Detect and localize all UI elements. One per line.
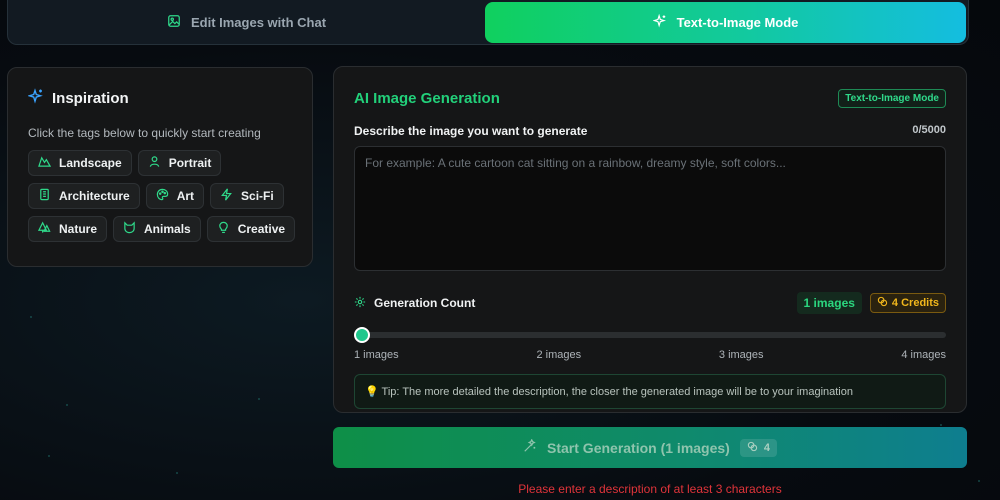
inspiration-title: Inspiration bbox=[52, 89, 129, 107]
generation-count-slider[interactable] bbox=[354, 327, 946, 343]
inspiration-panel: Inspiration Click the tags below to quic… bbox=[7, 67, 313, 267]
tab-label: Edit Images with Chat bbox=[190, 14, 327, 30]
cat-icon bbox=[123, 221, 136, 237]
generation-count-text: Generation Count bbox=[374, 296, 476, 310]
building-icon bbox=[38, 188, 51, 204]
validation-error: Please enter a description of at least 3… bbox=[518, 482, 782, 496]
gear-icon bbox=[354, 296, 366, 311]
tick-label: 3 images bbox=[718, 349, 764, 361]
coins-icon bbox=[877, 296, 888, 310]
mode-badge: Text-to-Image Mode bbox=[838, 89, 946, 108]
prompt-label: Describe the image you want to generate bbox=[354, 124, 588, 138]
tab-edit-images-with-chat[interactable]: Edit Images with Chat bbox=[10, 2, 483, 43]
user-icon bbox=[148, 155, 161, 171]
prompt-input[interactable] bbox=[354, 146, 946, 271]
character-counter: 0/5000 bbox=[912, 124, 946, 136]
slider-handle[interactable] bbox=[354, 327, 370, 343]
tab-label: Text-to-Image Mode bbox=[676, 14, 799, 30]
tag-animals[interactable]: Animals bbox=[113, 216, 201, 242]
mode-switcher: Edit Images with Chat Text-to-Image Mode bbox=[7, 0, 969, 45]
magic-wand-icon bbox=[523, 438, 537, 456]
tag-label: Architecture bbox=[59, 189, 130, 203]
image-icon bbox=[167, 14, 181, 31]
inspiration-heading: Inspiration bbox=[27, 88, 292, 108]
bolt-icon bbox=[220, 188, 233, 204]
tag-label: Art bbox=[176, 189, 195, 203]
tag-label: Portrait bbox=[168, 156, 212, 170]
tag-landscape[interactable]: Landscape bbox=[28, 150, 132, 176]
tag-label: Sci-Fi bbox=[241, 189, 274, 203]
tag-label: Animals bbox=[144, 222, 191, 236]
tip-box: 💡 Tip: The more detailed the description… bbox=[354, 374, 946, 409]
slider-ticks: 1 images 2 images 3 images 4 images bbox=[354, 349, 946, 361]
tag-sci-fi[interactable]: Sci-Fi bbox=[210, 183, 284, 209]
tag-label: Nature bbox=[59, 222, 98, 236]
bulb-icon bbox=[217, 221, 230, 237]
cost-pill: 4 bbox=[739, 438, 777, 457]
tree-icon bbox=[37, 221, 51, 237]
tick-label: 4 images bbox=[901, 349, 946, 361]
tag-portrait[interactable]: Portrait bbox=[137, 150, 222, 176]
inspiration-subtitle: Click the tags below to quickly start cr… bbox=[28, 126, 261, 140]
tag-label: Creative bbox=[237, 222, 286, 236]
tag-art[interactable]: Art bbox=[145, 183, 205, 209]
mountain-icon bbox=[38, 155, 52, 171]
generation-count-label: Generation Count bbox=[354, 296, 475, 311]
coins-icon bbox=[747, 441, 758, 455]
start-generation-button[interactable]: Start Generation (1 images) 4 bbox=[333, 427, 967, 468]
tab-text-to-image-mode[interactable]: Text-to-Image Mode bbox=[485, 1, 966, 43]
credits-badge: 4 Credits bbox=[869, 293, 946, 313]
image-generation-panel: AI Image Generation Text-to-Image Mode D… bbox=[333, 66, 967, 413]
slider-track[interactable] bbox=[356, 332, 946, 338]
tag-creative[interactable]: Creative bbox=[206, 216, 296, 242]
palette-icon bbox=[156, 188, 169, 204]
credits-text: 4 Credits bbox=[891, 297, 939, 309]
tag-architecture[interactable]: Architecture bbox=[28, 183, 140, 209]
inspiration-tags: Landscape Portrait Architecture Art Sci-… bbox=[28, 150, 298, 242]
start-generation-label: Start Generation (1 images) bbox=[547, 439, 730, 456]
tick-label: 1 images bbox=[354, 349, 399, 361]
tag-nature[interactable]: Nature bbox=[28, 216, 108, 242]
sparkles-icon bbox=[27, 88, 44, 108]
cost-value: 4 bbox=[763, 441, 770, 454]
tick-label: 2 images bbox=[536, 349, 582, 361]
tag-label: Landscape bbox=[59, 156, 122, 170]
images-count-badge: 1 images bbox=[796, 292, 862, 314]
sparkle-icon bbox=[651, 13, 667, 31]
generation-title: AI Image Generation bbox=[354, 90, 500, 107]
